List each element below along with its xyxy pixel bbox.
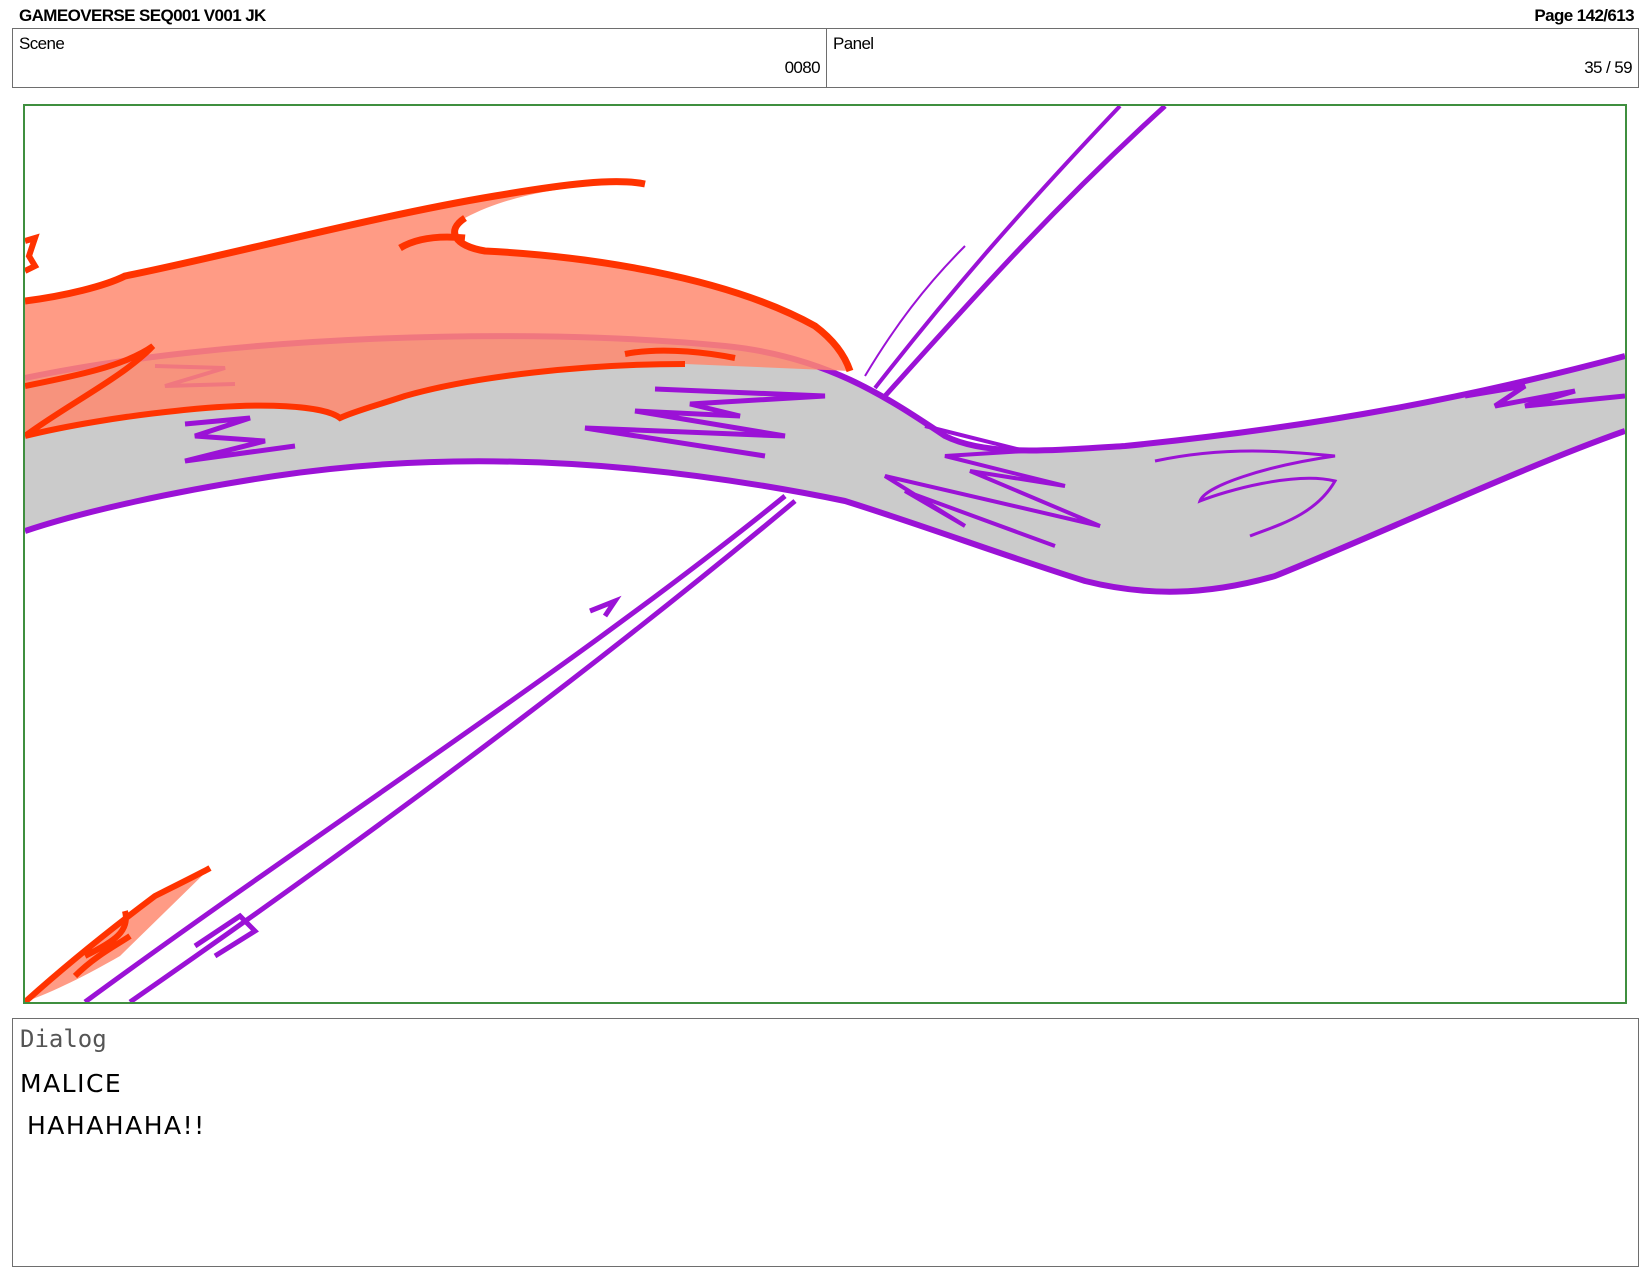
storyboard-sketch <box>25 106 1625 1002</box>
diagonal-line-3 <box>873 106 1122 390</box>
page-number: Page 142/613 <box>1534 6 1634 25</box>
panel-number: 35 / 59 <box>1584 58 1632 77</box>
diagonal-line-4 <box>883 106 1167 398</box>
diagonal-line-5 <box>864 245 966 377</box>
dialog-label: Dialog <box>20 1025 107 1053</box>
dialog-character-name: MALICE <box>20 1069 123 1098</box>
scene-panel-info: Scene 0080 Panel 35 / 59 <box>12 28 1639 88</box>
dialog-box: Dialog MALICE HAHAHAHA!! <box>12 1018 1639 1267</box>
red-flame-edge-mark <box>25 233 40 274</box>
diagonal-line-1 <box>83 494 787 1002</box>
diagonal-line-2 <box>128 499 797 1002</box>
scene-number: 0080 <box>784 58 821 77</box>
panel-cell: Panel 35 / 59 <box>827 29 1638 87</box>
storyboard-panel-frame <box>23 104 1627 1004</box>
scene-cell: Scene 0080 <box>13 29 827 87</box>
diagonal-bump <box>589 595 622 618</box>
document-title: GAMEOVERSE SEQ001 V001 JK <box>19 6 266 25</box>
panel-label: Panel <box>833 34 874 53</box>
scene-label: Scene <box>19 34 65 53</box>
dialog-line: HAHAHAHA!! <box>27 1111 206 1140</box>
